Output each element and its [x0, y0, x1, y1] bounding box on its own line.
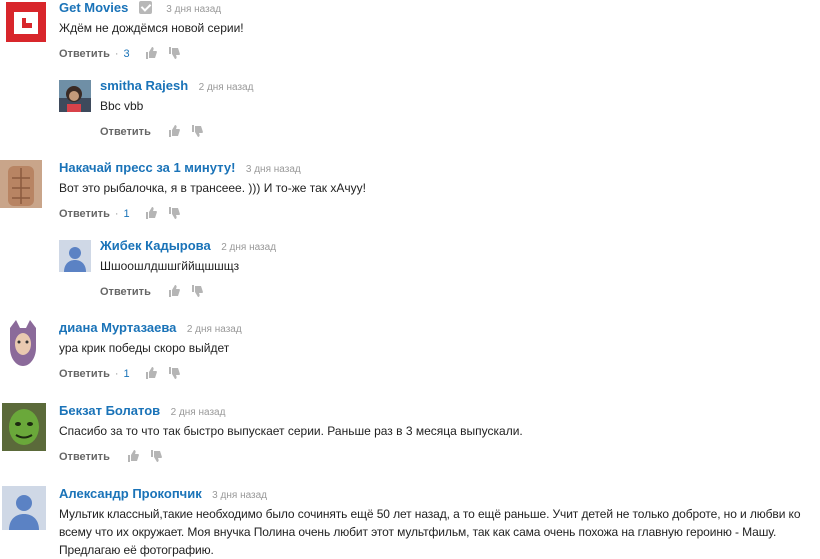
like-count: 3: [123, 48, 130, 60]
comment-text: Вот это рыбалочка, я в трансеее. ))) И т…: [59, 181, 366, 195]
separator-dot: ·: [114, 368, 119, 380]
thumbs-down-icon[interactable]: [150, 450, 162, 462]
thumbs-up-icon[interactable]: [127, 450, 139, 462]
thumbs-up-icon[interactable]: [168, 125, 180, 137]
thumbs-up-icon[interactable]: [168, 285, 180, 297]
comment-author[interactable]: Накачай пресс за 1 минуту!: [59, 160, 235, 175]
verified-check-icon: [138, 1, 152, 14]
separator-dot: ·: [114, 208, 119, 220]
comment-time[interactable]: 3 дня назад: [212, 490, 267, 501]
comment-author[interactable]: Бекзат Болатов: [59, 403, 160, 418]
thumbs-down-icon[interactable]: [168, 367, 180, 379]
thumbs-up-icon[interactable]: [145, 47, 157, 59]
comment-author[interactable]: Get Movies: [59, 0, 128, 15]
thumbs-down-icon[interactable]: [168, 207, 180, 219]
avatar[interactable]: [2, 486, 46, 530]
avatar[interactable]: [6, 2, 46, 42]
comment-time[interactable]: 3 дня назад: [246, 164, 301, 175]
comment-text: Шшоошлдшшгййщшшщз: [100, 259, 240, 273]
reply-button[interactable]: Ответить: [100, 126, 151, 138]
comment-author[interactable]: Александр Прокопчик: [59, 486, 202, 501]
comment-author[interactable]: Жибек Кадырова: [100, 238, 211, 253]
comment-text: Ждём не дождёмся новой серии!: [59, 21, 244, 35]
avatar[interactable]: [2, 403, 46, 451]
comment-text: Мультик классный,такие необходимо было с…: [59, 507, 801, 557]
reply-button[interactable]: Ответить: [59, 451, 110, 463]
thumbs-up-icon[interactable]: [145, 367, 157, 379]
like-count: 1: [123, 208, 130, 220]
avatar[interactable]: [4, 320, 42, 368]
comment-text: Спасибо за то что так быстро выпускает с…: [59, 424, 523, 438]
thumbs-down-icon[interactable]: [191, 125, 203, 137]
avatar[interactable]: [59, 240, 91, 272]
comment-text: Bbc vbb: [100, 99, 144, 113]
comment-time[interactable]: 3 дня назад: [166, 4, 221, 15]
comment-time[interactable]: 2 дня назад: [199, 82, 254, 93]
reply-button[interactable]: Ответить: [59, 48, 110, 60]
separator-dot: ·: [114, 48, 119, 60]
thumbs-down-icon[interactable]: [191, 285, 203, 297]
thumbs-up-icon[interactable]: [145, 207, 157, 219]
comment-author[interactable]: smitha Rajesh: [100, 78, 188, 93]
avatar[interactable]: [59, 80, 91, 112]
reply-button[interactable]: Ответить: [59, 208, 110, 220]
like-count: 1: [123, 368, 130, 380]
comment-time[interactable]: 2 дня назад: [187, 324, 242, 335]
thumbs-down-icon[interactable]: [168, 47, 180, 59]
avatar[interactable]: [0, 160, 42, 208]
comment-text: ура крик победы скоро выйдет: [59, 341, 230, 355]
comment-author[interactable]: диана Муртазаева: [59, 320, 176, 335]
comment-time[interactable]: 2 дня назад: [221, 242, 276, 253]
reply-button[interactable]: Ответить: [59, 368, 110, 380]
comment-time[interactable]: 2 дня назад: [171, 407, 226, 418]
reply-button[interactable]: Ответить: [100, 286, 151, 298]
